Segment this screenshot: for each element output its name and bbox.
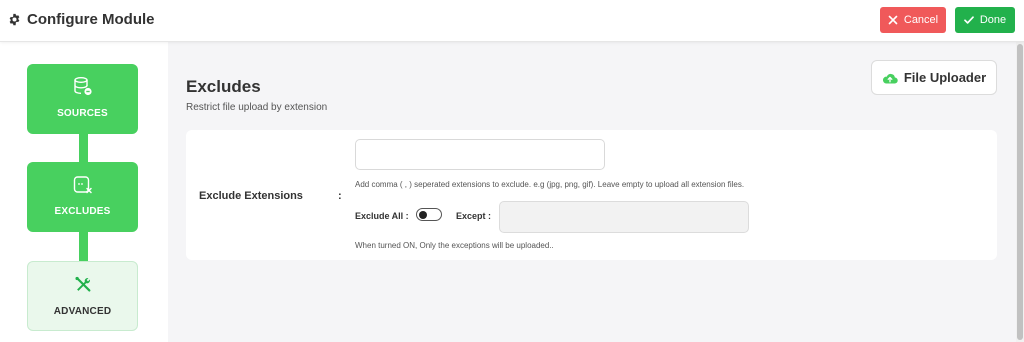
extensions-help-text: Add comma ( , ) seperated extensions to … (355, 180, 745, 189)
file-uploader-label: File Uploader (903, 70, 987, 85)
except-input[interactable] (499, 201, 749, 233)
scrollbar[interactable] (1016, 42, 1024, 342)
exclude-file-icon (72, 174, 94, 196)
exclude-all-label: Exclude All : (355, 211, 409, 221)
section-heading: Excludes (186, 77, 261, 96)
step-label: EXCLUDES (54, 206, 111, 217)
file-uploader-button[interactable]: File Uploader (871, 60, 997, 95)
cloud-upload-icon (882, 73, 898, 84)
step-sources[interactable]: SOURCES (27, 64, 138, 134)
step-advanced[interactable]: ADVANCED (27, 261, 138, 331)
top-bar: Configure Module Cancel Done (0, 0, 1024, 42)
close-icon (888, 15, 898, 25)
check-icon (963, 16, 974, 24)
step-connector (79, 231, 88, 263)
page-title: Configure Module (27, 11, 155, 28)
toggle-knob (419, 211, 427, 219)
database-icon (72, 76, 94, 98)
tools-icon (72, 274, 94, 296)
exclude-extensions-input[interactable] (355, 139, 605, 170)
step-excludes[interactable]: EXCLUDES (27, 162, 138, 232)
exclude-all-toggle[interactable] (416, 208, 442, 221)
done-label: Done (979, 14, 1007, 26)
exclude-extensions-label: Exclude Extensions (199, 190, 303, 202)
step-label: ADVANCED (53, 306, 112, 317)
module-title: Configure Module (8, 11, 155, 28)
cancel-label: Cancel (903, 14, 939, 26)
exceptions-help-text: When turned ON, Only the exceptions will… (355, 241, 554, 250)
except-label: Except : (456, 211, 492, 221)
field-colon: : (338, 190, 342, 202)
gear-icon (9, 13, 20, 26)
section-subheading: Restrict file upload by extension (186, 102, 328, 113)
step-connector (79, 132, 88, 164)
scrollbar-thumb[interactable] (1017, 44, 1023, 340)
step-label: SOURCES (57, 108, 108, 119)
done-button[interactable]: Done (955, 7, 1015, 33)
cancel-button[interactable]: Cancel (880, 7, 946, 33)
